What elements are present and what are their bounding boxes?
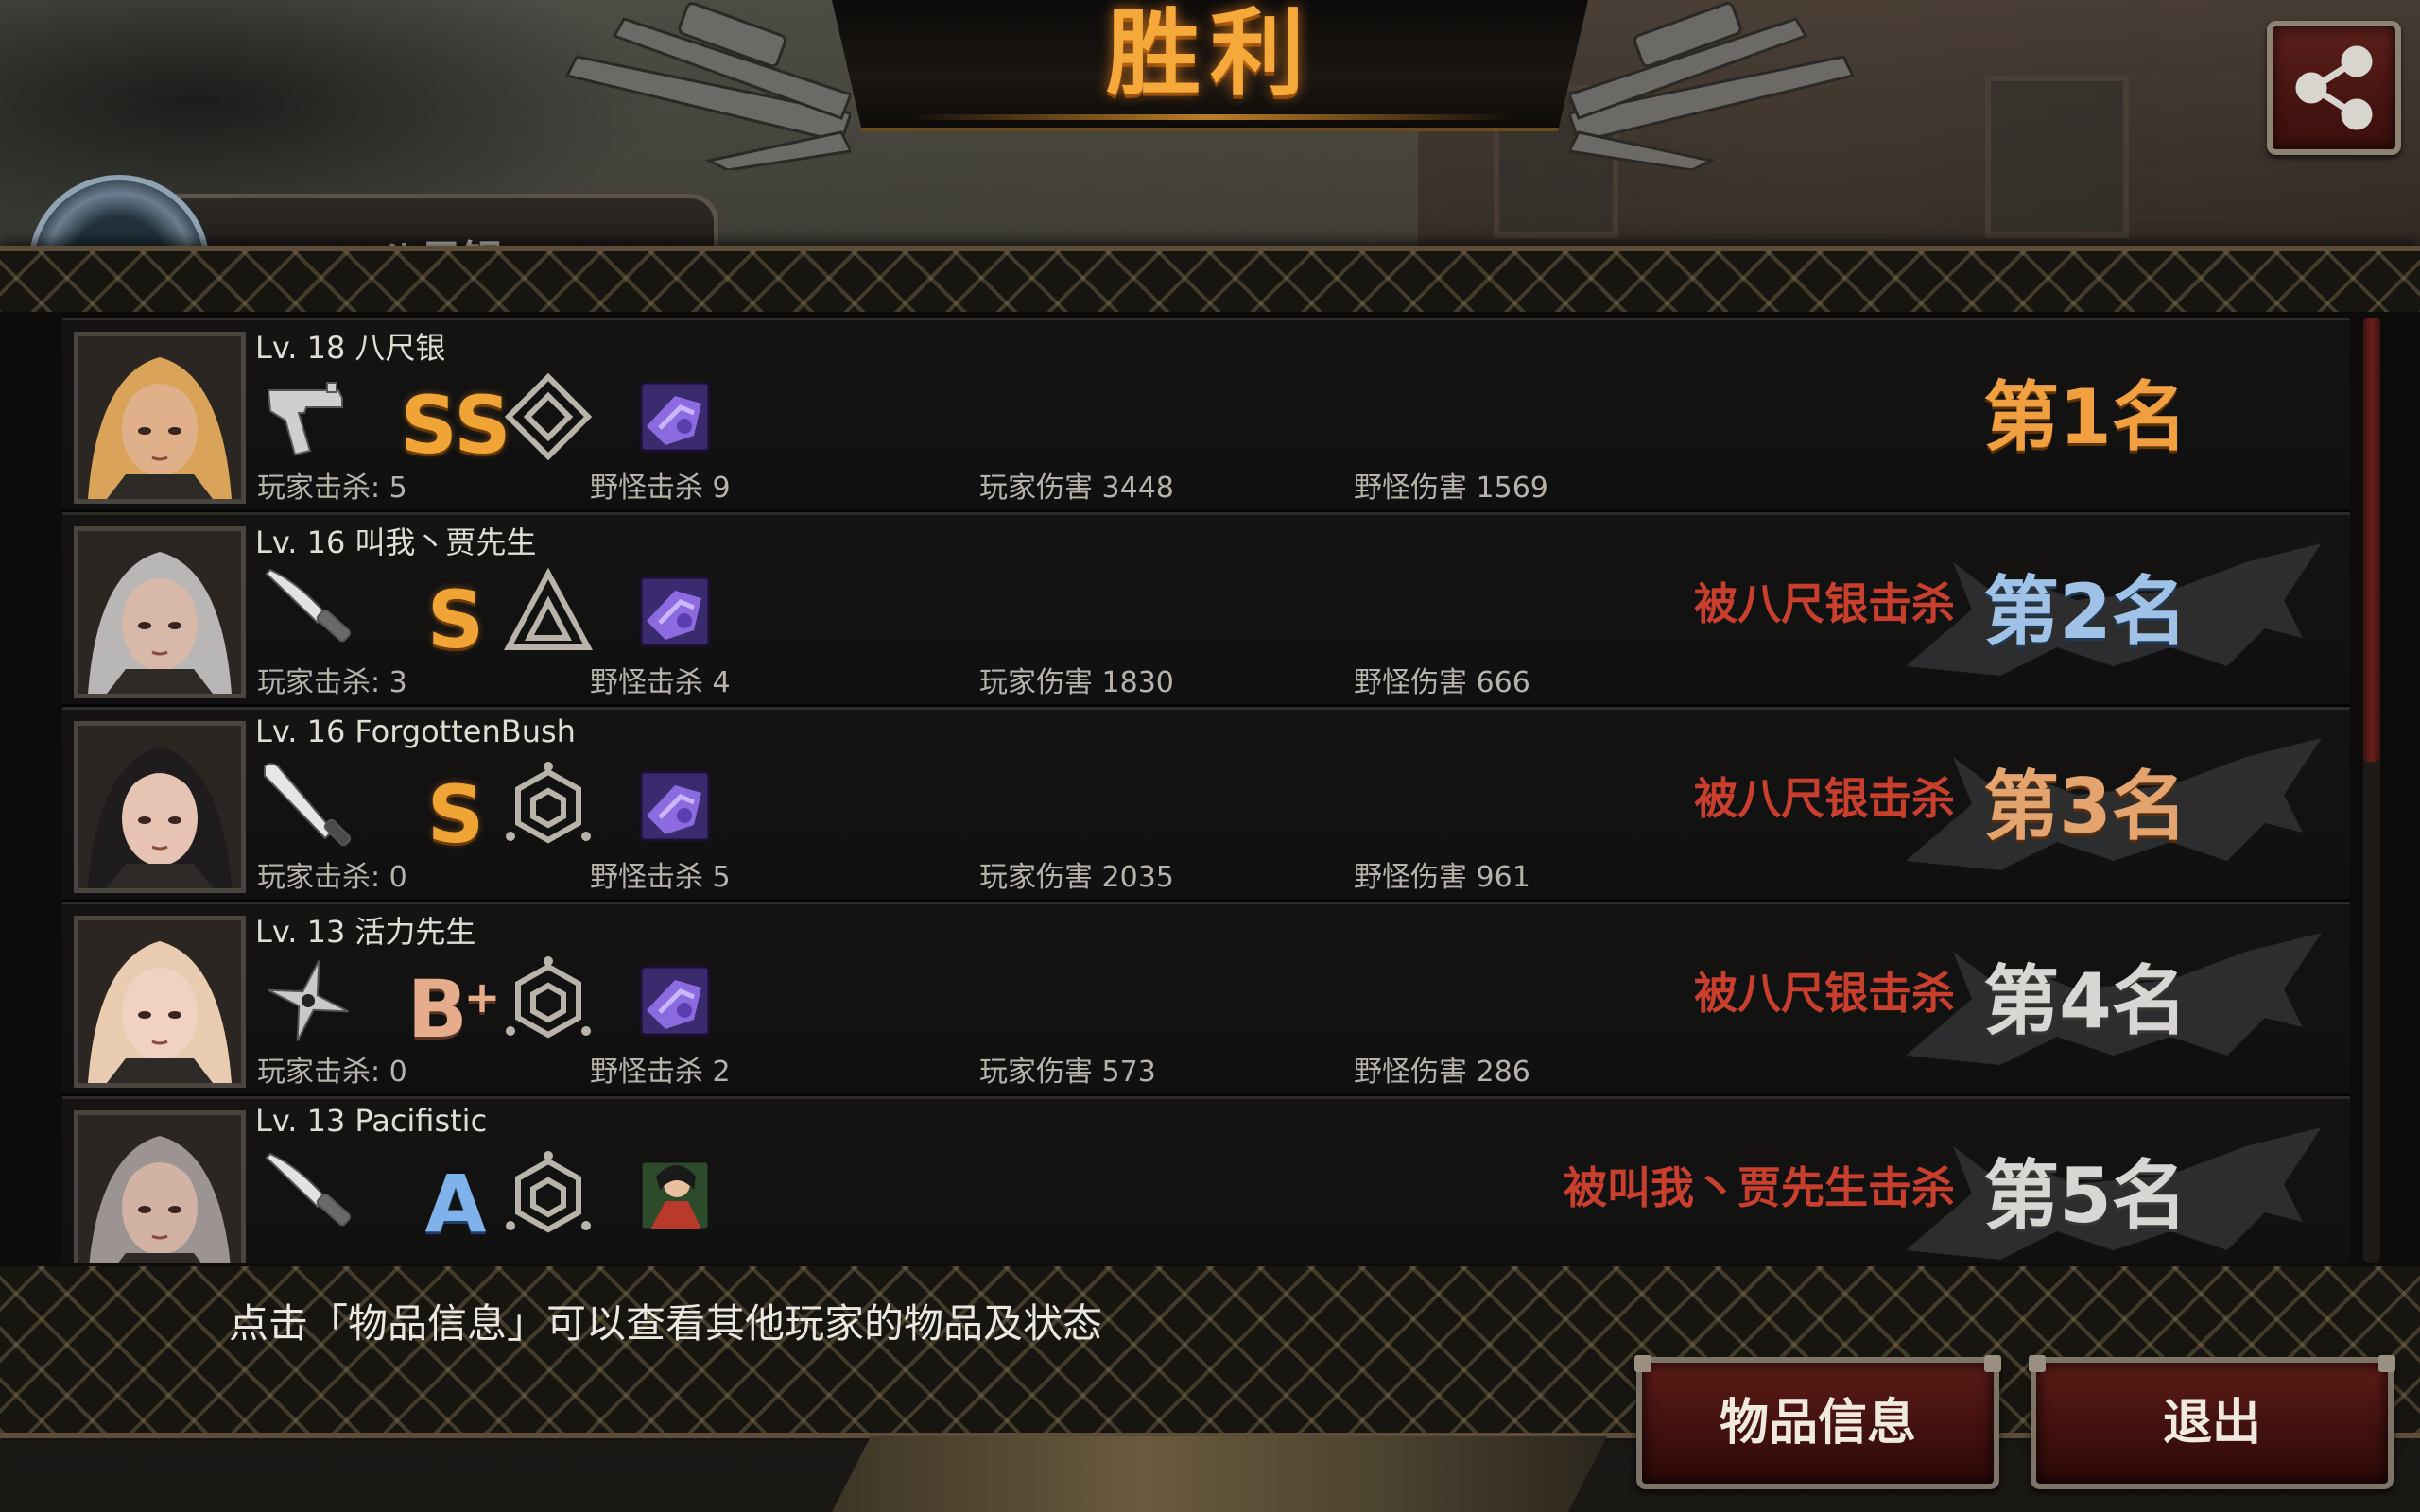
share-button[interactable] — [2267, 21, 2401, 155]
player-kills: 玩家击杀: 5 — [257, 472, 407, 505]
player-portrait[interactable] — [74, 332, 246, 504]
hexagon-emblem-icon — [501, 1148, 596, 1243]
player-name: 活力先生 — [354, 914, 476, 950]
purple-gear-icon — [628, 954, 722, 1048]
player-level: Lv. 13 — [255, 1103, 346, 1139]
knife-icon — [261, 564, 355, 659]
exit-button[interactable]: 退出 — [2029, 1355, 2395, 1489]
grade-badge: S — [397, 560, 510, 666]
player-portrait[interactable] — [74, 721, 246, 893]
grade-letter: S — [426, 768, 485, 861]
scrollbar-thumb[interactable] — [2363, 318, 2380, 762]
knife-icon — [261, 1148, 355, 1243]
rank-label: 第5名 — [1983, 1152, 2187, 1240]
purple-gear-icon — [628, 564, 722, 659]
victory-screen: 八尺银 Lv. 18八尺银SS玩家击杀: 5野怪击杀 9玩家伤害 3448野怪伤… — [0, 0, 2420, 1512]
player-damage: 玩家伤害 2035 — [979, 861, 1174, 894]
player-level: Lv. 16 — [255, 713, 346, 749]
rank-label: 第1名 — [1983, 373, 2187, 461]
player-name: 八尺银 — [354, 330, 446, 366]
rank-label: 第2名 — [1983, 568, 2187, 656]
player-result-row[interactable]: Lv. 13 Pacifistic A 被叫我丶贾先生击杀 第5名 — [62, 1096, 2350, 1263]
player-level: Lv. 18 — [255, 330, 346, 366]
bat-icon — [261, 759, 355, 853]
player-level-name: Lv. 16 ForgottenBush — [255, 713, 576, 749]
grade-badge: S — [397, 755, 510, 861]
killed-by-text: 被八尺银击杀 — [1694, 578, 1955, 629]
player-portrait[interactable] — [74, 916, 246, 1088]
monster-damage: 野怪伤害 286 — [1354, 1056, 1530, 1089]
wing-gun-emblem-left-icon — [564, 2, 851, 170]
purple-gear-icon — [628, 369, 722, 464]
player-level-name: Lv. 13 Pacifistic — [255, 1103, 487, 1139]
purple-gear-icon — [628, 759, 722, 853]
share-icon — [2295, 45, 2373, 130]
monster-kills: 野怪击杀 5 — [590, 861, 731, 894]
shuriken-icon — [261, 954, 355, 1048]
player-name: 叫我丶贾先生 — [354, 524, 537, 560]
player-portrait[interactable] — [74, 526, 246, 698]
background-character — [832, 1436, 1607, 1512]
player-kills: 玩家击杀: 0 — [257, 1056, 407, 1089]
player-level-name: Lv. 16 叫我丶贾先生 — [255, 519, 536, 562]
monster-damage: 野怪伤害 666 — [1354, 666, 1530, 699]
hexagon-emblem-icon — [501, 954, 596, 1048]
hexagon-emblem-icon — [501, 759, 596, 853]
killed-by-text: 被叫我丶贾先生击杀 — [1564, 1162, 1955, 1213]
grade-plus: + — [463, 971, 501, 1022]
monster-damage: 野怪伤害 1569 — [1354, 472, 1548, 505]
rank-label: 第3名 — [1983, 763, 2187, 850]
grade-badge: B+ — [397, 950, 510, 1056]
page-title: 胜利 — [1106, 0, 1314, 109]
player-kills: 玩家击杀: 3 — [257, 666, 407, 699]
player-name: ForgottenBush — [354, 713, 576, 749]
player-level: Lv. 16 — [255, 524, 346, 560]
triangle-emblem-icon — [501, 564, 596, 659]
killed-by-text: 被八尺银击杀 — [1694, 968, 1955, 1019]
monster-damage: 野怪伤害 961 — [1354, 861, 1530, 894]
player-damage: 玩家伤害 3448 — [979, 472, 1174, 505]
player-result-row[interactable]: Lv. 18 八尺银 SS 玩家击杀: 5 野怪击杀 9 玩家伤害 3448 野怪伤害 15… — [62, 318, 2350, 512]
player-result-row[interactable]: Lv. 13 活力先生 B+ 玩家击杀: 0 野怪击杀 2 玩家伤害 573 野怪伤害 28… — [62, 902, 2350, 1096]
player-kills: 玩家击杀: 0 — [257, 861, 407, 894]
rank-label: 第4名 — [1983, 957, 2187, 1045]
character-card-icon — [628, 1148, 722, 1243]
item-info-button[interactable]: 物品信息 — [1634, 1355, 2001, 1489]
wing-gun-emblem-right-icon — [1569, 2, 1856, 170]
grade-letter: S — [426, 574, 485, 666]
player-damage: 玩家伤害 573 — [979, 1056, 1156, 1089]
hint-text: 点击「物品信息」可以查看其他玩家的物品及状态 — [229, 1300, 1103, 1347]
diamond-emblem-icon — [501, 369, 596, 464]
player-result-row[interactable]: Lv. 16 叫我丶贾先生 S 玩家击杀: 3 野怪击杀 4 玩家伤害 1830 野怪伤害 … — [62, 512, 2350, 707]
pistol-icon — [261, 369, 355, 464]
player-level-name: Lv. 18 八尺银 — [255, 324, 445, 368]
player-level-name: Lv. 13 活力先生 — [255, 908, 475, 952]
monster-kills: 野怪击杀 9 — [590, 472, 731, 505]
player-name: Pacifistic — [354, 1103, 488, 1139]
player-level: Lv. 13 — [255, 914, 346, 950]
grade-badge: A — [397, 1144, 510, 1250]
monster-kills: 野怪击杀 2 — [590, 1056, 731, 1089]
monster-kills: 野怪击杀 4 — [590, 666, 731, 699]
grade-letter: SS — [400, 379, 511, 472]
grade-letter: B — [406, 963, 468, 1056]
player-portrait[interactable] — [74, 1110, 246, 1263]
player-results-list[interactable]: Lv. 18 八尺银 SS 玩家击杀: 5 野怪击杀 9 玩家伤害 3448 野怪伤害 15… — [62, 312, 2350, 1263]
grade-letter: A — [424, 1158, 487, 1250]
player-damage: 玩家伤害 1830 — [979, 666, 1174, 699]
grade-badge: SS — [397, 366, 510, 472]
player-result-row[interactable]: Lv. 16 ForgottenBush S 玩家击杀: 0 野怪击杀 5 玩家伤害 20… — [62, 707, 2350, 902]
killed-by-text: 被八尺银击杀 — [1694, 773, 1955, 824]
